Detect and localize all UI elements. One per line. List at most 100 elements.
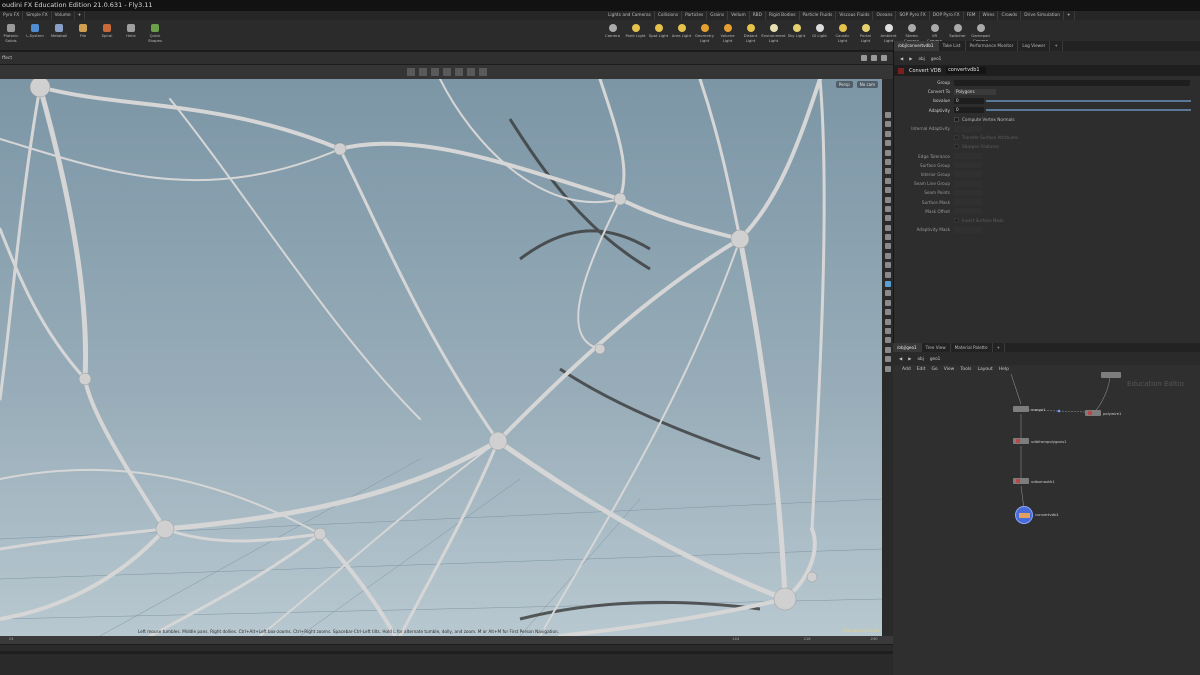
side-tool-icon[interactable] [884, 196, 891, 203]
side-tool-icon[interactable] [884, 318, 891, 325]
persp-button[interactable]: Persp [835, 81, 853, 88]
network-menu-item[interactable]: Add [902, 365, 911, 374]
side-tool-icon[interactable] [884, 168, 891, 175]
shelf-tool[interactable]: Point Light [625, 20, 646, 51]
net-path-geo[interactable]: geo1 [930, 356, 940, 361]
shelf-tab[interactable]: Vellum [728, 11, 750, 20]
shelf-tool[interactable]: Spot Light [648, 20, 669, 51]
viewport-menu-icon[interactable] [861, 55, 867, 61]
side-tool-icon[interactable] [884, 187, 891, 194]
shelf-tab[interactable]: Collisions [655, 11, 683, 20]
side-tool-icon[interactable] [884, 299, 891, 306]
shelf-tab[interactable]: DOP Pyro FX [930, 11, 964, 20]
shelf-tool[interactable]: Platonic Solids [0, 20, 22, 51]
side-tool-icon[interactable] [884, 205, 891, 212]
shelf-tool[interactable]: Sky Light [786, 20, 807, 51]
shelf-tool[interactable]: Quick Shapes [144, 20, 166, 51]
param-number-field[interactable]: 0 [954, 97, 984, 104]
shelf-tab[interactable]: Lights and Cameras [605, 11, 655, 20]
side-tool-icon[interactable] [884, 121, 891, 128]
shelf-tab[interactable]: Simple FX [23, 11, 52, 20]
side-tool-icon[interactable] [884, 309, 891, 316]
shelf-tool[interactable]: Environment Light [761, 20, 786, 51]
path-geo[interactable]: geo1 [931, 56, 941, 61]
shelf-tab[interactable]: Grains [707, 11, 729, 20]
network-node-vdbfrompolygons1[interactable] [1013, 438, 1029, 444]
viewport-tool-icon[interactable] [478, 68, 487, 76]
node-name-field[interactable]: convertvdb1 [946, 67, 987, 74]
shelf-tab[interactable]: Volume [52, 11, 75, 20]
panel-tab[interactable]: + [1050, 41, 1063, 51]
side-tool-icon[interactable] [884, 365, 891, 372]
viewport-3d[interactable]: Persp No cam Left mouse tumbles. Middle … [0, 79, 882, 636]
shelf-tool[interactable]: L-System [24, 20, 46, 51]
side-tool-icon[interactable] [884, 356, 891, 363]
network-menu-item[interactable]: Tools [960, 365, 971, 374]
side-tool-icon[interactable] [884, 262, 891, 269]
camera-button[interactable]: No cam [856, 81, 878, 88]
panel-tab[interactable]: /obj/convertvdb1 [894, 41, 939, 51]
side-tool-icon[interactable] [884, 177, 891, 184]
network-menu-item[interactable]: Help [999, 365, 1009, 374]
viewport-tool-icon[interactable] [418, 68, 427, 76]
shelf-tab[interactable]: Crowds [998, 11, 1022, 20]
side-tool-icon[interactable] [884, 224, 891, 231]
shelf-tab[interactable]: RBD [750, 11, 766, 20]
shelf-tool[interactable]: Area Light [671, 20, 692, 51]
net-back-arrow-icon[interactable]: ◀ [899, 356, 902, 361]
param-checkbox[interactable] [954, 116, 959, 122]
shelf-tool[interactable]: Helix [120, 20, 142, 51]
side-tool-icon[interactable] [884, 130, 891, 137]
shelf-tab[interactable]: Viscous Fluids [836, 11, 874, 20]
shelf-tool[interactable]: Spiral [96, 20, 118, 51]
network-tab[interactable]: Material Palette [951, 343, 993, 352]
viewport-tool-icon[interactable] [442, 68, 451, 76]
side-tool-icon[interactable] [884, 252, 891, 259]
shelf-tool[interactable]: Distant Light [740, 20, 761, 51]
network-node-convertvdb1[interactable] [1015, 506, 1033, 524]
shelf-tab[interactable]: Particle Fluids [800, 11, 837, 20]
panel-tab[interactable]: Log Viewer [1018, 41, 1051, 51]
side-tool-icon[interactable] [884, 149, 891, 156]
viewport-menu-icon-2[interactable] [871, 55, 877, 61]
viewport-tool-icon[interactable] [406, 68, 415, 76]
shelf-tool[interactable]: Camera [602, 20, 623, 51]
shelf-tab[interactable]: FEM [964, 11, 980, 20]
shelf-tool[interactable]: Volume Light [717, 20, 738, 51]
shelf-tool[interactable]: Caustic Light [832, 20, 853, 51]
timeline-track[interactable] [0, 651, 893, 654]
side-tool-icon[interactable] [884, 158, 891, 165]
viewport-tool-icon[interactable] [454, 68, 463, 76]
side-tool-icon[interactable] [884, 112, 891, 118]
network-node-merge1[interactable] [1013, 406, 1029, 412]
shelf-tab[interactable]: Drive Simulation [1021, 11, 1064, 20]
viewport-menu-icon-3[interactable] [881, 55, 887, 61]
network-menu-item[interactable]: View [944, 365, 955, 374]
side-tool-icon[interactable] [884, 337, 891, 344]
side-tool-icon[interactable] [884, 140, 891, 147]
network-node-vdbsmooth1[interactable] [1013, 478, 1029, 484]
shelf-tab[interactable]: Pyro FX [0, 11, 24, 20]
network-tab[interactable]: Tree View [922, 343, 951, 352]
timeline-ruler[interactable]: 24 144 216 240 [0, 636, 893, 645]
shelf-tool[interactable]: File [72, 20, 94, 51]
side-tool-icon[interactable] [884, 234, 891, 241]
side-tool-icon[interactable] [884, 215, 891, 222]
side-tool-icon[interactable] [884, 281, 891, 288]
network-tab[interactable]: /obj/geo1 [893, 343, 922, 352]
net-forward-arrow-icon[interactable]: ▶ [908, 356, 911, 361]
viewport-tool-icon[interactable] [430, 68, 439, 76]
param-slider[interactable] [986, 99, 1191, 102]
net-path-obj[interactable]: obj [917, 356, 923, 361]
side-tool-icon[interactable] [884, 346, 891, 353]
shelf-tool[interactable]: Metaball [48, 20, 70, 51]
path-obj[interactable]: obj [918, 56, 924, 61]
network-menu-item[interactable]: Layout [977, 365, 992, 374]
shelf-tool[interactable]: Portal Light [855, 20, 876, 51]
side-tool-icon[interactable] [884, 327, 891, 334]
timeline[interactable]: 24 144 216 240 [0, 636, 893, 675]
network-node-top[interactable] [1101, 372, 1121, 378]
shelf-tab[interactable]: Wires [980, 11, 999, 20]
param-slider[interactable] [986, 109, 1191, 112]
network-editor[interactable]: Education Editio merge1 polywire1 vdbfromp… [893, 372, 1200, 675]
